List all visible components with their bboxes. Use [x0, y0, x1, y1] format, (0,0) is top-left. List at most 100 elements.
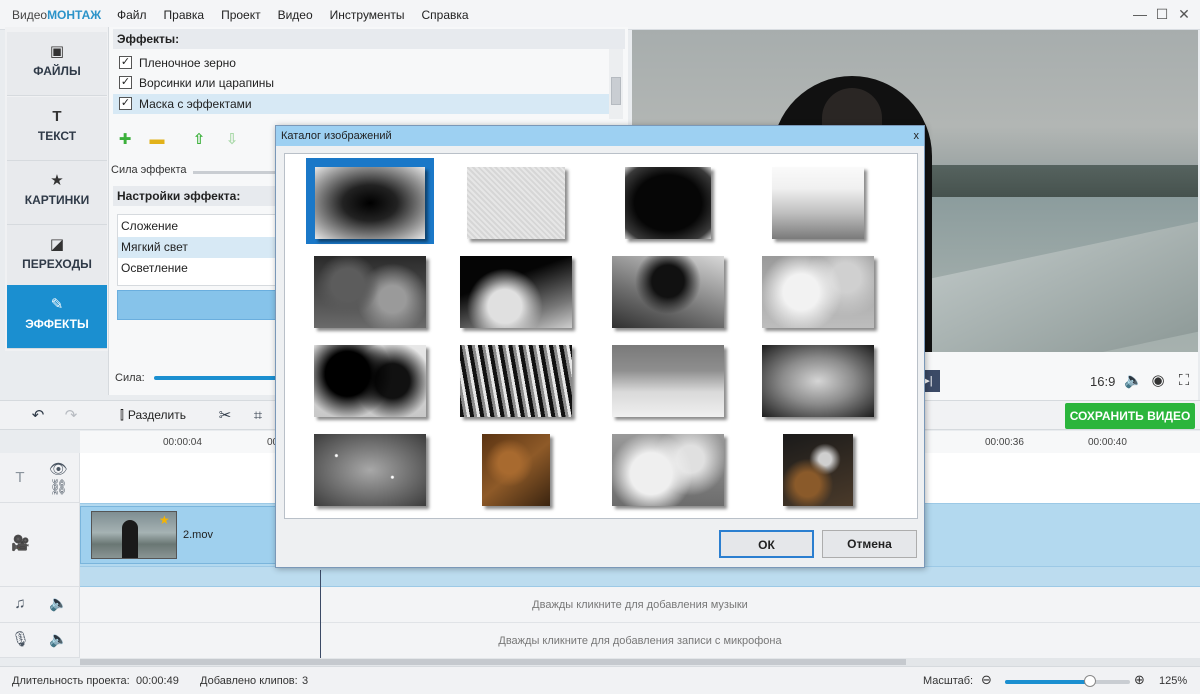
redo-icon[interactable]: ↷ — [62, 407, 80, 425]
mask-smoke-1-thumbnail[interactable] — [314, 256, 426, 328]
mask-grunge-color-thumbnail[interactable] — [783, 434, 853, 506]
remove-effect-icon[interactable]: ▬ — [149, 132, 165, 148]
microphone-icon: 🎙 — [11, 631, 31, 648]
link-icon[interactable]: ⛓ — [49, 479, 68, 497]
favorite-star-icon: ★ — [159, 513, 170, 527]
menu-edit[interactable]: Правка — [164, 8, 205, 22]
zoom-knob[interactable] — [1084, 675, 1096, 687]
minimize-icon[interactable]: — — [1132, 6, 1148, 22]
logo-prefix: Видео — [12, 8, 48, 22]
zoom-label: Масштаб: — [923, 675, 974, 687]
effect-item-mask[interactable]: ✓ Маска с эффектами — [113, 94, 613, 114]
mic-track[interactable]: Дважды кликните для добавления записи с … — [80, 623, 1200, 659]
timeline-scrollbar[interactable] — [80, 658, 1200, 666]
move-up-icon[interactable]: ⇧ — [191, 132, 207, 148]
undo-icon[interactable]: ↶ — [29, 407, 47, 425]
mask-fog-band-thumbnail[interactable] — [612, 345, 724, 417]
mask-smoke-3-thumbnail[interactable] — [612, 256, 724, 328]
blend-mode-list: Сложение Мягкий свет Осветление — [117, 214, 288, 286]
effects-track[interactable] — [80, 567, 1200, 587]
split-button[interactable]: ⫿ Разделить — [120, 408, 186, 423]
maximize-icon[interactable]: ☐ — [1154, 6, 1170, 22]
mask-grid — [284, 153, 918, 519]
image-catalog-dialog: Каталог изображений x ОК Отмена — [275, 125, 925, 568]
crop-icon[interactable]: ⌗ — [249, 407, 267, 425]
scroll-thumb[interactable] — [611, 77, 621, 105]
mask-clouds-light-thumbnail[interactable] — [762, 256, 874, 328]
mask-smoke-5-thumbnail[interactable] — [460, 345, 572, 417]
zoom-in-icon[interactable]: ⊕ — [1134, 672, 1145, 688]
nav-transitions[interactable]: ◪ ПЕРЕХОДЫ — [7, 225, 107, 289]
close-window-icon[interactable]: ✕ — [1176, 6, 1192, 22]
mask-preview-bar[interactable] — [117, 290, 287, 320]
nav-effects[interactable]: ✎ ЭФФЕКТЫ — [7, 285, 107, 349]
video-editor-window: ВидеоМОНТАЖ Файл Правка Проект Видео Инс… — [0, 0, 1200, 694]
split-icon: ⫿ — [120, 408, 124, 422]
text-track-header: T 👁 ⛓ — [0, 453, 80, 503]
mask-sparkle-grey-thumbnail[interactable] — [314, 434, 426, 506]
cancel-button[interactable]: Отмена — [822, 530, 917, 558]
menu-bar: Файл Правка Проект Видео Инструменты Спр… — [117, 8, 486, 22]
transitions-icon: ◪ — [49, 236, 65, 253]
snapshot-icon[interactable]: ◉ — [1149, 372, 1167, 390]
zoom-out-icon[interactable]: ⊖ — [981, 672, 992, 688]
move-down-icon[interactable]: ⇩ — [224, 132, 240, 148]
mask-smoke-2-thumbnail[interactable] — [460, 256, 572, 328]
music-track-header: ♫ 🔈 — [0, 587, 80, 623]
blend-mode-item[interactable]: Мягкий свет — [118, 237, 288, 258]
scroll-thumb[interactable] — [80, 659, 906, 665]
eye-icon[interactable]: 👁 — [49, 461, 68, 479]
left-sidebar: ▣ ФАЙЛЫ T ТЕКСТ ★ КАРТИНКИ ◪ ПЕРЕХОДЫ ✎ ЭФФЕК… — [5, 27, 108, 351]
scissors-icon[interactable]: ✂ — [216, 407, 234, 425]
mask-vignette-dark-thumbnail[interactable] — [315, 167, 425, 239]
blend-mode-item[interactable]: Сложение — [118, 216, 288, 237]
mask-smoke-4-thumbnail[interactable] — [314, 345, 426, 417]
menu-video[interactable]: Видео — [278, 8, 313, 22]
video-track-header: 🎥 — [0, 503, 80, 587]
effect-item-label: Ворсинки или царапины — [139, 76, 275, 90]
volume-icon[interactable]: 🔈 — [49, 631, 68, 649]
mask-rust-texture-thumbnail[interactable] — [482, 434, 550, 506]
effect-item-scratches[interactable]: ✓ Ворсинки или царапины — [113, 73, 613, 93]
checkbox-checked-icon[interactable]: ✓ — [119, 76, 132, 89]
star-icon: ★ — [50, 172, 64, 189]
save-video-button[interactable]: СОХРАНИТЬ ВИДЕО — [1065, 403, 1195, 429]
power-slider[interactable] — [154, 376, 279, 380]
nav-pictures[interactable]: ★ КАРТИНКИ — [7, 161, 107, 225]
mask-black-grunge-thumbnail[interactable] — [625, 167, 711, 239]
music-track[interactable]: Дважды кликните для добавления музыки — [80, 587, 1200, 623]
zoom-slider[interactable] — [1005, 675, 1130, 687]
effect-strength-slider[interactable] — [193, 171, 283, 174]
mask-light-grain-thumbnail[interactable] — [467, 167, 565, 239]
menu-file[interactable]: Файл — [117, 8, 147, 22]
checkbox-checked-icon[interactable]: ✓ — [119, 97, 132, 110]
fullscreen-icon[interactable]: ⛶ — [1175, 372, 1193, 390]
nav-files[interactable]: ▣ ФАЙЛЫ — [7, 32, 107, 96]
mask-fog-soft-thumbnail[interactable] — [612, 434, 724, 506]
menu-project[interactable]: Проект — [221, 8, 261, 22]
blend-mode-item[interactable]: Осветление — [118, 258, 288, 279]
mask-vignette-grey-thumbnail[interactable] — [762, 345, 874, 417]
menu-tools[interactable]: Инструменты — [330, 8, 405, 22]
ruler-tick: 00:00:04 — [163, 437, 202, 448]
ok-button[interactable]: ОК — [719, 530, 814, 558]
playhead[interactable] — [320, 570, 321, 658]
effect-item-film-grain[interactable]: ✓ Пленочное зерно — [113, 53, 613, 73]
mask-fog-bottom-thumbnail[interactable] — [772, 167, 864, 239]
nav-text[interactable]: T ТЕКСТ — [7, 97, 107, 161]
effects-scrollbar[interactable] — [609, 49, 623, 119]
power-label: Сила: — [115, 372, 145, 384]
volume-icon[interactable]: 🔈 — [49, 595, 68, 613]
volume-icon[interactable]: 🔈 — [1124, 372, 1143, 390]
duration-label: Длительность проекта: — [12, 675, 130, 687]
add-effect-icon[interactable]: ✚ — [117, 132, 133, 148]
dialog-title-bar: Каталог изображений x — [276, 126, 924, 146]
logo-suffix: МОНТАЖ — [47, 8, 102, 22]
camera-icon: 🎥 — [11, 535, 30, 552]
menu-help[interactable]: Справка — [421, 8, 468, 22]
aspect-ratio[interactable]: 16:9 — [1090, 374, 1115, 389]
close-icon[interactable]: x — [914, 126, 920, 146]
checkbox-checked-icon[interactable]: ✓ — [119, 56, 132, 69]
text-icon: T — [52, 108, 62, 125]
clips-value: 3 — [302, 675, 309, 687]
